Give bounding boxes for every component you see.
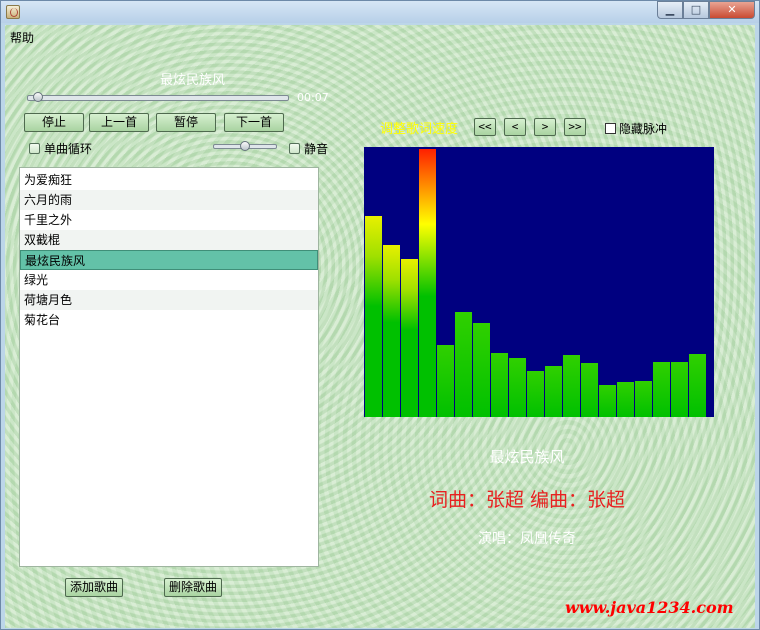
song-singer: 演唱：凤凰传奇 <box>478 531 576 547</box>
spectrum-bar <box>419 149 436 417</box>
spectrum-bar <box>599 385 616 417</box>
delete-song-button[interactable]: 删除歌曲 <box>164 578 222 597</box>
previous-button[interactable]: 上一首 <box>89 113 149 132</box>
mute-check-box[interactable] <box>289 143 300 154</box>
spectrum-bar <box>365 216 382 417</box>
progress-slider-knob[interactable] <box>33 92 43 102</box>
spectrum-bar <box>581 363 598 417</box>
volume-slider-knob[interactable] <box>240 141 250 151</box>
lyric-forward-button[interactable]: > <box>534 118 556 136</box>
playlist-item[interactable]: 双截棍 <box>20 230 318 250</box>
mute-checkbox[interactable]: 静音 <box>289 140 328 157</box>
single-loop-checkbox[interactable]: 单曲循环 <box>29 140 92 157</box>
playlist-item[interactable]: 六月的雨 <box>20 190 318 210</box>
spectrum-bar <box>671 362 688 417</box>
spectrum-bar <box>383 245 400 417</box>
lyric-speed-label: 调整歌词速度 <box>380 122 459 137</box>
playlist-item[interactable]: 荷塘月色 <box>20 290 318 310</box>
spectrum-bar <box>527 371 544 417</box>
stop-button[interactable]: 停止 <box>24 113 84 132</box>
watermark-text: www.java1234.com <box>565 598 734 617</box>
playlist-item[interactable]: 为爱痴狂 <box>20 170 318 190</box>
close-button[interactable]: ✕ <box>709 1 755 19</box>
now-playing-title: 最炫民族风 <box>159 73 225 88</box>
main-window: ▁ □ ✕ 帮助 最炫民族风 00:07 停止 上一首 暂停 下一首 单曲循环 … <box>0 0 760 630</box>
playlist[interactable]: 为爱痴狂 六月的雨 千里之外 双截棍 最炫民族风 绿光 荷塘月色 菊花台 <box>19 167 319 567</box>
spectrum-bar <box>401 259 418 417</box>
spectrum-bar <box>545 366 562 417</box>
content-area: 帮助 最炫民族风 00:07 停止 上一首 暂停 下一首 单曲循环 静音 为爱痴… <box>5 25 755 628</box>
spectrum-bar <box>491 353 508 417</box>
add-song-button[interactable]: 添加歌曲 <box>65 578 123 597</box>
spectrum-bar <box>509 358 526 417</box>
spectrum-bar <box>437 345 454 417</box>
elapsed-time: 00:07 <box>297 91 329 104</box>
spectrum-bar <box>455 312 472 417</box>
playlist-item[interactable]: 绿光 <box>20 270 318 290</box>
hide-pulse-label: 隐藏脉冲 <box>619 122 668 136</box>
menu-help[interactable]: 帮助 <box>10 29 34 46</box>
hide-pulse-check-box[interactable] <box>605 123 616 134</box>
playlist-item-selected[interactable]: 最炫民族风 <box>20 250 318 270</box>
playlist-item[interactable]: 菊花台 <box>20 310 318 330</box>
java-app-icon <box>6 5 20 19</box>
lyric-forward-fast-button[interactable]: >> <box>564 118 586 136</box>
title-bar: ▁ □ ✕ <box>1 1 759 23</box>
lyric-rewind-button[interactable]: < <box>504 118 526 136</box>
maximize-button[interactable]: □ <box>683 1 709 19</box>
minimize-button[interactable]: ▁ <box>657 1 683 19</box>
menu-bar: 帮助 <box>5 25 755 47</box>
spectrum-bar <box>473 323 490 417</box>
playlist-item[interactable]: 千里之外 <box>20 210 318 230</box>
song-title: 最炫民族风 <box>489 448 565 466</box>
pause-button[interactable]: 暂停 <box>156 113 216 132</box>
single-loop-check-box[interactable] <box>29 143 40 154</box>
next-button[interactable]: 下一首 <box>224 113 284 132</box>
single-loop-label: 单曲循环 <box>44 142 93 156</box>
spectrum-bar <box>635 381 652 417</box>
volume-slider[interactable] <box>213 141 277 151</box>
spectrum-bar <box>617 382 634 417</box>
spectrum-visualizer <box>364 147 714 417</box>
hide-pulse-checkbox[interactable]: 隐藏脉冲 <box>605 120 667 137</box>
mute-label: 静音 <box>304 142 329 156</box>
lyric-rewind-fast-button[interactable]: << <box>474 118 496 136</box>
spectrum-bar <box>653 362 670 417</box>
song-credits: 词曲：张超 编曲：张超 <box>428 489 626 511</box>
spectrum-bar <box>689 354 706 417</box>
progress-slider[interactable] <box>27 92 289 102</box>
spectrum-bar <box>563 355 580 417</box>
